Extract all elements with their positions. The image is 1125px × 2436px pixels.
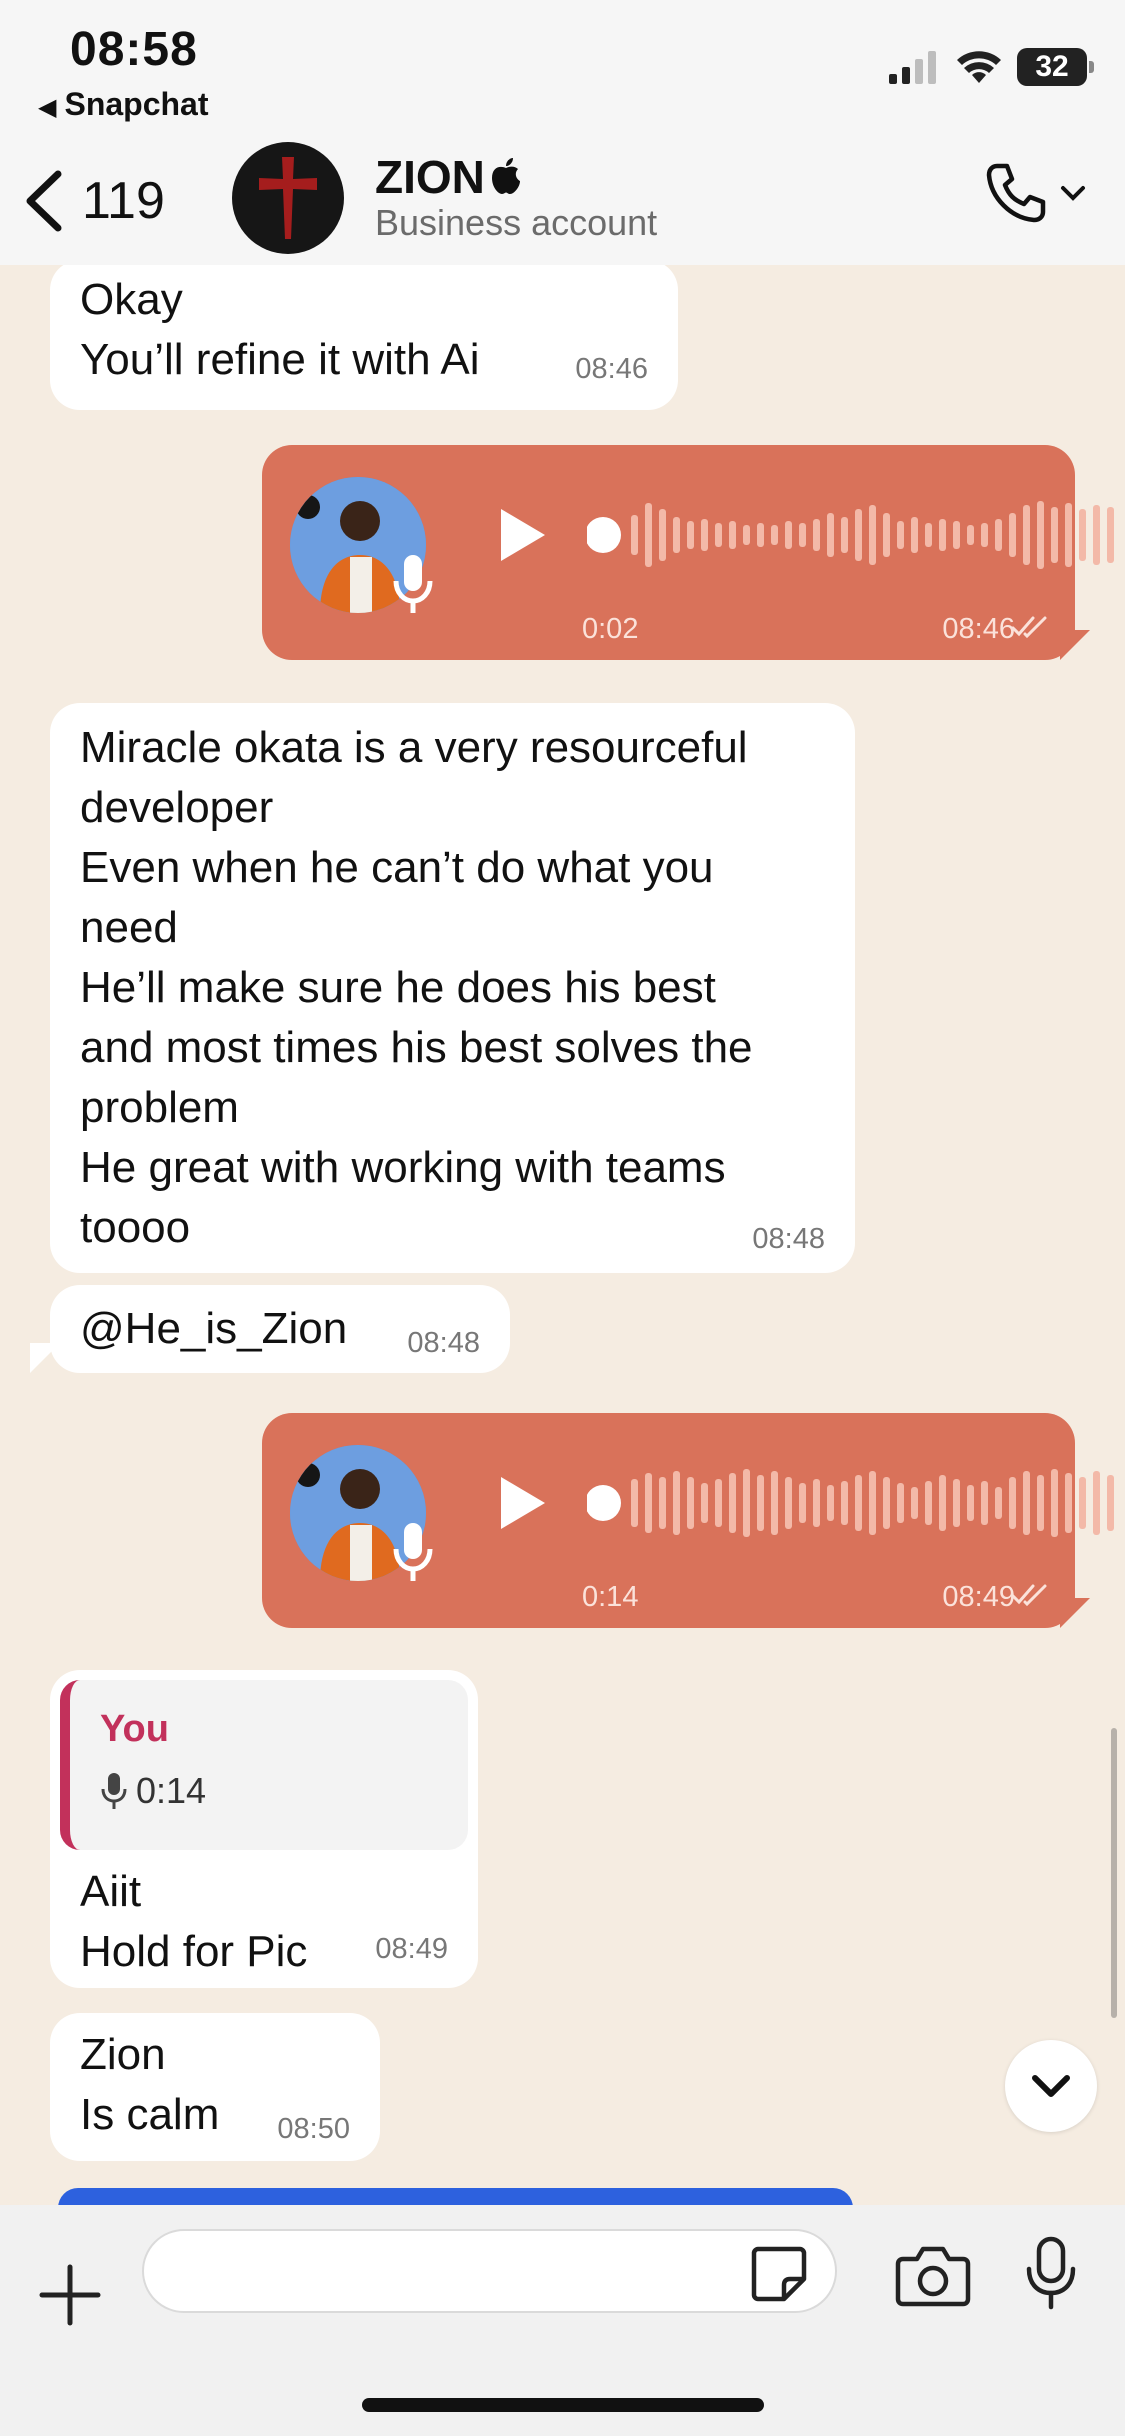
message-bubble[interactable]: @He_is_Zion 08:48: [50, 1285, 510, 1373]
status-time: 08:58: [70, 23, 198, 76]
mic-icon: [101, 1773, 127, 1809]
message-time: 08:48: [407, 1327, 480, 1359]
bubble-tail: [30, 1343, 60, 1373]
message-time: 08:46: [942, 613, 1015, 645]
status-icons: 32: [887, 48, 1094, 86]
play-icon[interactable]: [497, 1473, 549, 1533]
double-check-icon: [1011, 1584, 1047, 1607]
message-bubble[interactable]: Miracle okata is a very resourceful deve…: [50, 703, 855, 1273]
waveform[interactable]: [587, 495, 1125, 575]
back-button[interactable]: 119: [22, 170, 165, 232]
reply-message-bubble[interactable]: You 0:14 Aiit Hold for Pic 08:49: [50, 1670, 478, 1988]
message-bubble[interactable]: Zion Is calm 08:50: [50, 2013, 380, 2161]
chevron-down-icon: [1061, 186, 1085, 201]
contact-name[interactable]: ZION: [375, 150, 523, 204]
status-bar: 08:58 ◀ Snapchat 32: [0, 0, 1125, 130]
mic-icon[interactable]: [1023, 2235, 1079, 2311]
message-time: 08:49: [942, 1581, 1015, 1613]
scroll-down-button[interactable]: [1005, 2040, 1097, 2132]
message-time: 08:46: [575, 353, 648, 385]
message-text: Okay You’ll refine it with Ai: [80, 275, 480, 384]
bubble-tail: [1060, 630, 1090, 660]
unread-count: 119: [82, 172, 165, 230]
double-check-icon: [1011, 616, 1047, 639]
mic-badge-icon: [393, 1523, 433, 1581]
voice-message[interactable]: 0:14 08:49: [262, 1413, 1114, 1628]
voice-duration: 0:14: [582, 1581, 639, 1613]
back-triangle-icon: ◀: [38, 94, 57, 121]
phone-icon: [986, 163, 1046, 223]
signal-icon: [889, 51, 936, 84]
chat-thread[interactable]: Okay You’ll refine it with Ai 08:46 0:02…: [0, 265, 1125, 2205]
quoted-reply[interactable]: You 0:14: [60, 1680, 468, 1850]
apple-logo-icon: [491, 158, 520, 194]
call-button[interactable]: [983, 160, 1087, 226]
contact-name-text: ZION: [375, 151, 485, 203]
home-indicator[interactable]: [362, 2398, 764, 2412]
message-time: 08:48: [752, 1223, 825, 1255]
message-text: Zion Is calm: [80, 2030, 220, 2139]
voice-duration: 0:02: [582, 613, 639, 645]
reply-voice-info: 0:14: [100, 1770, 206, 1812]
message-text: Miracle okata is a very resourceful deve…: [80, 723, 753, 1252]
plus-icon[interactable]: [38, 2263, 102, 2327]
message-time: 08:49: [375, 1933, 448, 1965]
message-bubble[interactable]: Okay You’ll refine it with Ai 08:46: [50, 265, 678, 410]
wifi-icon: [957, 51, 1001, 83]
mention-text[interactable]: @He_is_Zion: [80, 1299, 347, 1359]
mic-badge-icon: [393, 555, 433, 613]
bubble-tail: [1060, 1598, 1090, 1628]
contact-avatar[interactable]: [232, 142, 344, 254]
message-time: 08:50: [277, 2113, 350, 2145]
contact-subtitle: Business account: [375, 202, 658, 243]
voice-message[interactable]: 0:02 08:46: [262, 445, 1114, 660]
message-text: Aiit Hold for Pic: [80, 1867, 308, 1976]
back-chevron-icon: [26, 170, 62, 232]
scroll-down-icon: [1032, 2075, 1070, 2097]
waveform[interactable]: [587, 1463, 1125, 1543]
back-app-label: Snapchat: [64, 86, 209, 122]
battery-indicator: 32: [1017, 48, 1094, 86]
back-to-app-link[interactable]: ◀ Snapchat: [38, 86, 209, 123]
composer-bar: [0, 2205, 1125, 2436]
chat-header: 119 ZION Business account: [0, 130, 1125, 265]
reply-author: You: [100, 1708, 169, 1750]
play-icon[interactable]: [497, 505, 549, 565]
message-input[interactable]: [142, 2229, 837, 2313]
sticker-icon[interactable]: [750, 2245, 808, 2303]
camera-icon[interactable]: [895, 2245, 971, 2307]
reply-duration: 0:14: [136, 1770, 207, 1811]
scrollbar[interactable]: [1111, 1728, 1117, 2018]
cross-avatar-icon: [259, 157, 317, 239]
